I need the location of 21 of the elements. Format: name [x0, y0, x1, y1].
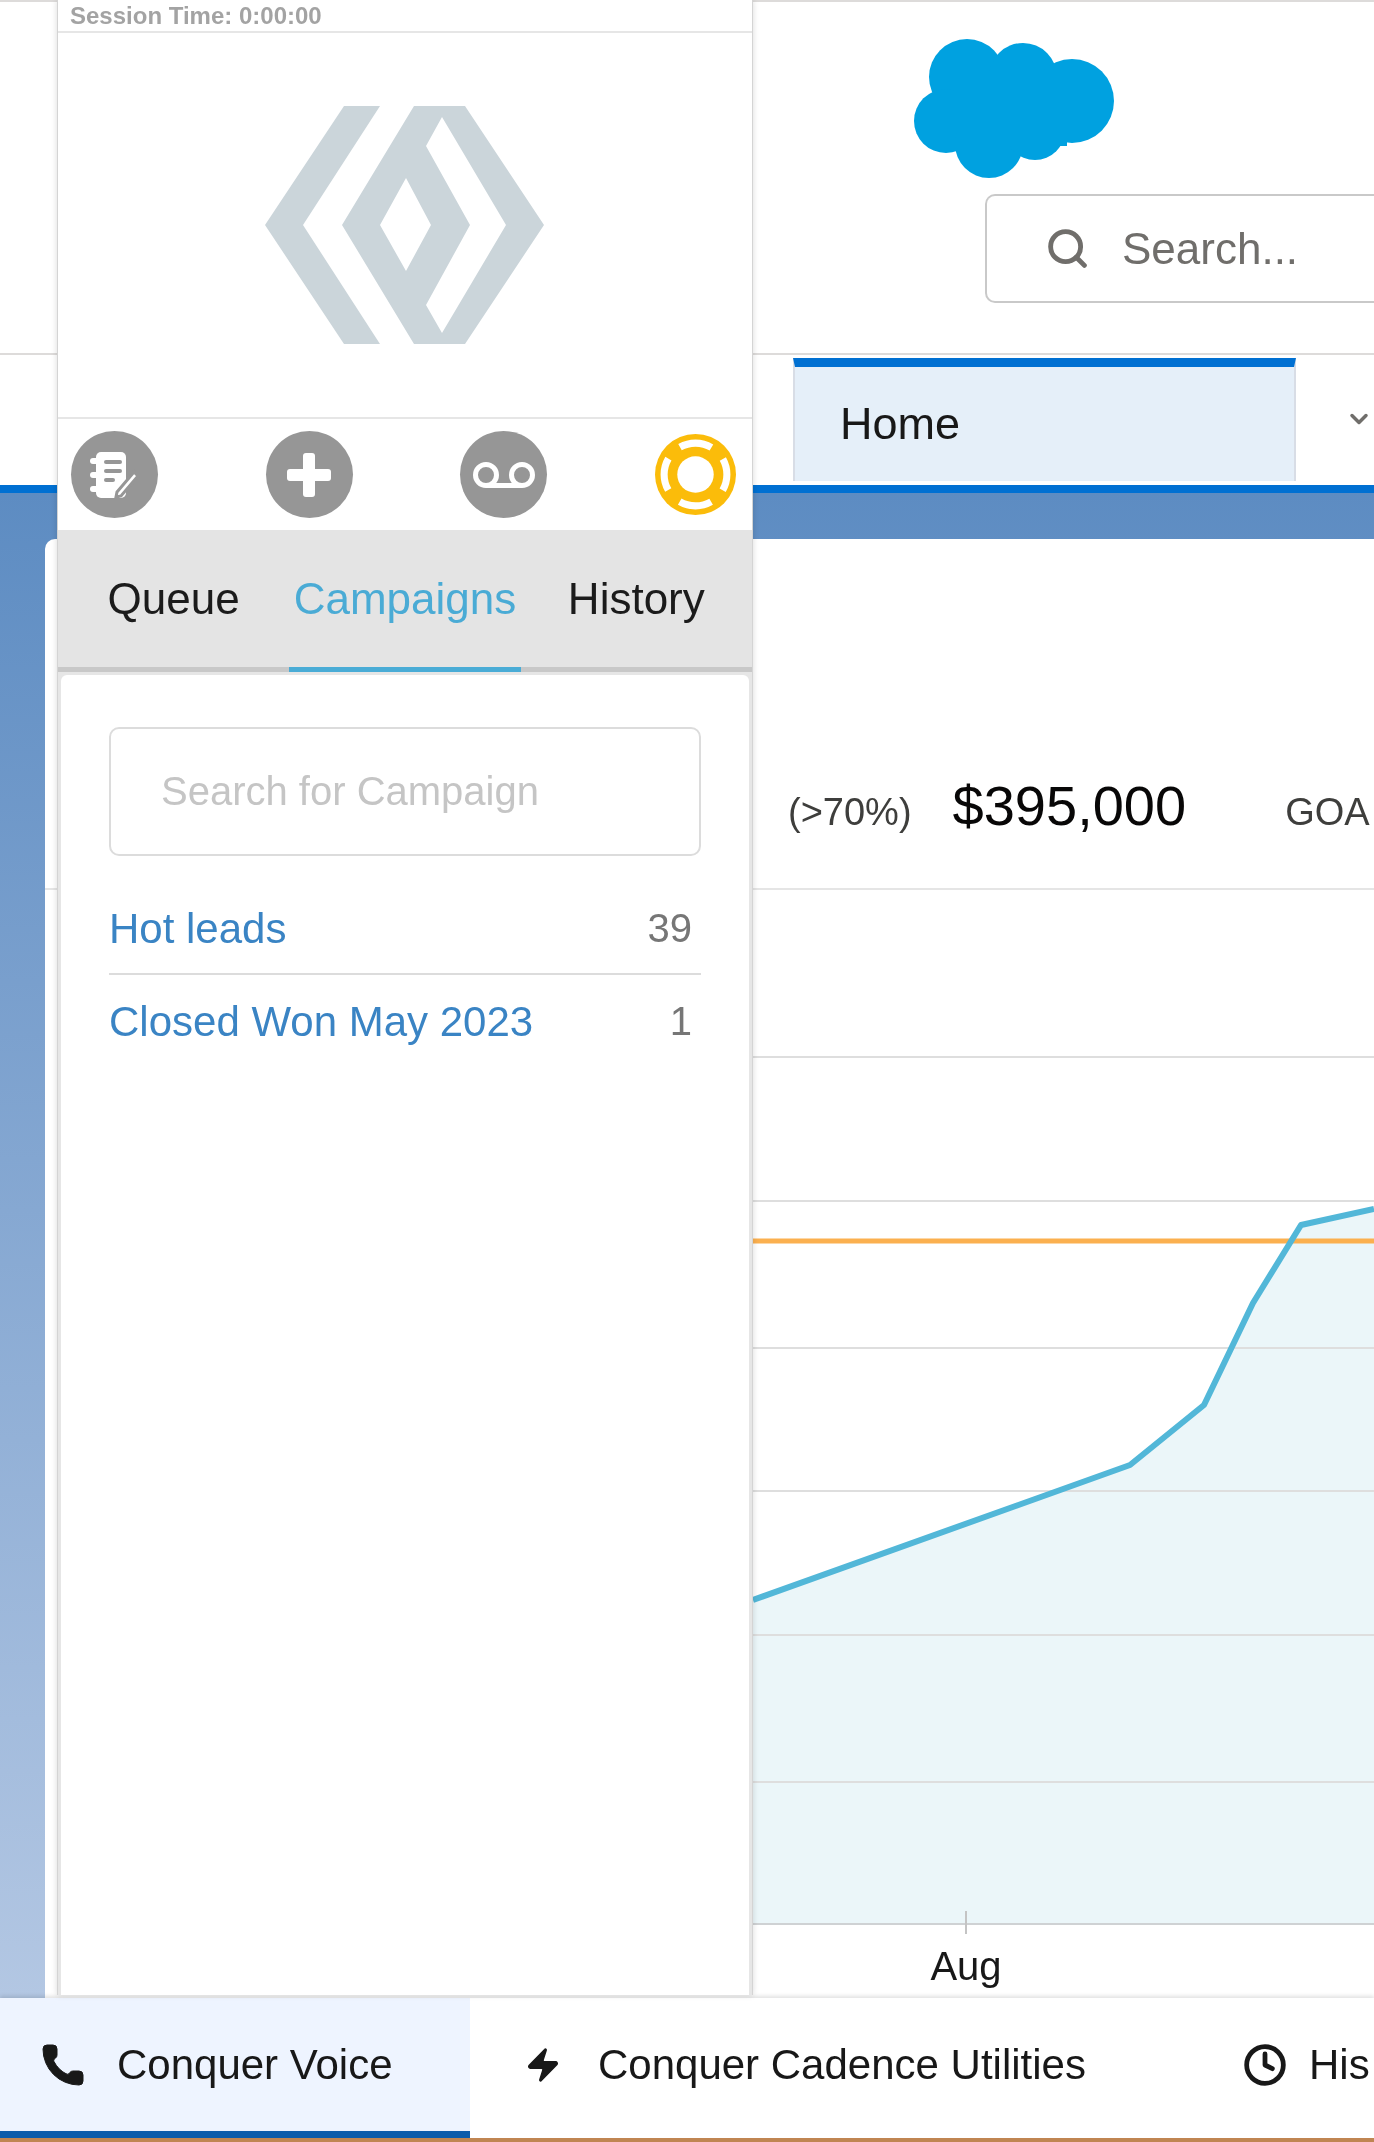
utility-tab[interactable]: His — [1190, 1998, 1374, 2138]
lifebuoy-icon — [654, 434, 736, 515]
metric-label: (>70%) — [788, 793, 912, 831]
search-icon — [1045, 226, 1090, 271]
campaign-link[interactable]: Closed Won May 2023 — [109, 989, 534, 1053]
campaign-count: 1 — [669, 998, 692, 1045]
help-button[interactable] — [654, 434, 736, 515]
metric-value: $395,000 — [952, 778, 1187, 834]
metric-label: GOA — [1285, 793, 1370, 831]
campaign-link[interactable]: Hot leads — [109, 896, 287, 960]
utility-tab[interactable]: Conquer Voice — [0, 1998, 470, 2138]
campaign-search-field[interactable]: Search for Campaign — [109, 727, 701, 856]
campaign-count: 39 — [647, 905, 692, 952]
utility-tab[interactable]: Conquer Cadence Utilities — [470, 1998, 1190, 2138]
global-search-field[interactable]: Search... — [985, 194, 1374, 303]
voicemail-icon — [472, 461, 535, 488]
nav-tab[interactable]: Home — [793, 358, 1296, 481]
clock-icon — [1243, 2042, 1287, 2087]
axis-label: Aug — [930, 1944, 1002, 1988]
session-time: Session Time: 0:00:00 — [70, 3, 322, 28]
plus-icon — [287, 452, 332, 497]
